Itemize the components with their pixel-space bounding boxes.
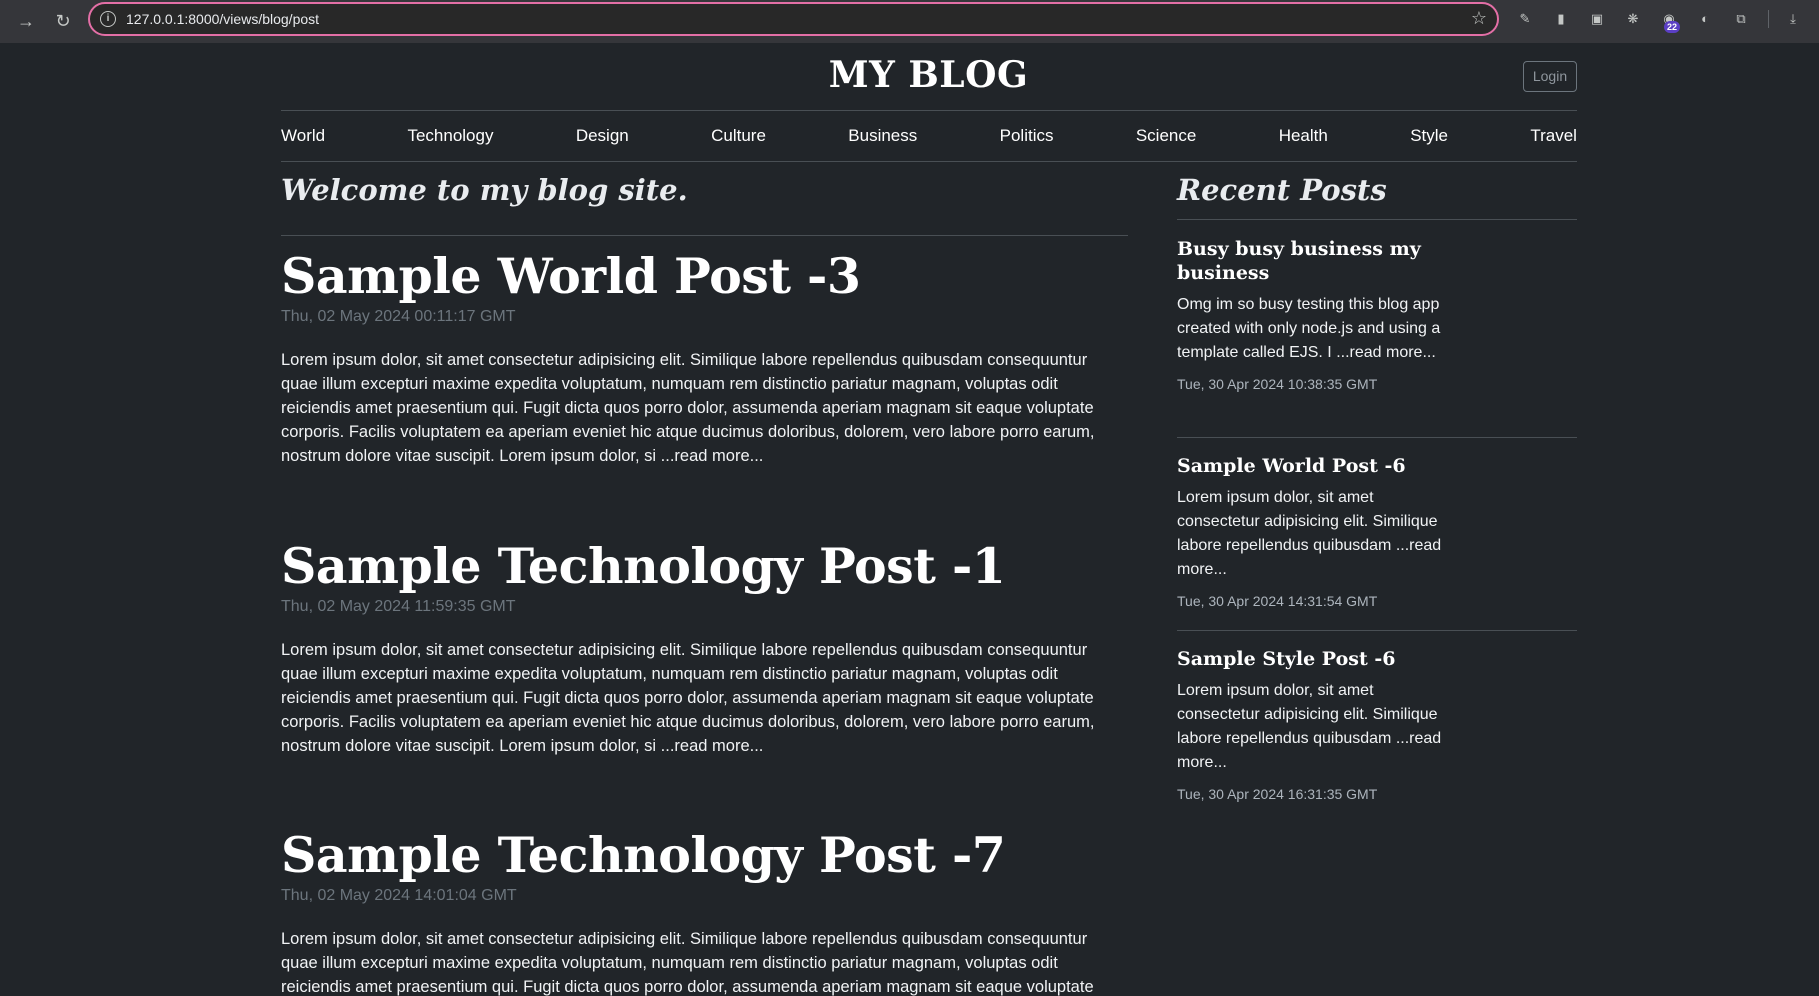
file-extension-icon[interactable]: ▮ bbox=[1551, 9, 1571, 29]
recent-post-divider bbox=[1177, 630, 1577, 631]
welcome-divider bbox=[281, 235, 1128, 236]
nav-item-style[interactable]: Style bbox=[1410, 123, 1448, 149]
post-excerpt[interactable]: Lorem ipsum dolor, sit amet consectetur … bbox=[281, 638, 1128, 758]
nav-item-travel[interactable]: Travel bbox=[1530, 123, 1577, 149]
extension-badge: 22 bbox=[1664, 21, 1681, 33]
recent-post-date: Tue, 30 Apr 2024 14:31:54 GMT bbox=[1177, 593, 1378, 609]
react-extension-icon[interactable]: ❋ bbox=[1623, 9, 1643, 29]
post-title[interactable]: Sample Technology Post -1 bbox=[281, 536, 1128, 596]
recent-post-excerpt[interactable]: Omg im so busy testing this blog app cre… bbox=[1177, 293, 1447, 365]
toolbar-separator bbox=[1768, 10, 1769, 28]
recent-post-title[interactable]: Busy busy business my business bbox=[1177, 237, 1447, 285]
nav-item-technology[interactable]: Technology bbox=[407, 123, 493, 149]
address-url[interactable]: 127.0.0.1:8000/views/blog/post bbox=[126, 11, 319, 27]
post-date: Thu, 02 May 2024 11:59:35 GMT bbox=[281, 598, 516, 615]
calendar-extension-icon[interactable]: ▣ bbox=[1587, 9, 1607, 29]
eyedropper-extension-icon[interactable]: ✎ bbox=[1515, 9, 1535, 29]
header-divider bbox=[281, 110, 1577, 111]
recent-post-item: Sample Style Post -6 Lorem ipsum dolor, … bbox=[1177, 647, 1447, 804]
post-card: Sample Technology Post -7 Thu, 02 May 20… bbox=[281, 825, 1128, 996]
site-info-icon[interactable]: i bbox=[100, 11, 116, 27]
extensions-puzzle-icon[interactable]: ⧉ bbox=[1731, 9, 1751, 29]
address-bar[interactable]: i 127.0.0.1:8000/views/blog/post ☆ bbox=[88, 2, 1499, 36]
blog-title[interactable]: MY BLOG bbox=[280, 54, 1577, 96]
nav-item-business[interactable]: Business bbox=[848, 123, 917, 149]
recent-post-date: Tue, 30 Apr 2024 16:31:35 GMT bbox=[1177, 786, 1378, 802]
post-excerpt[interactable]: Lorem ipsum dolor, sit amet consectetur … bbox=[281, 927, 1128, 996]
post-title[interactable]: Sample Technology Post -7 bbox=[281, 825, 1128, 885]
forward-arrow-icon[interactable]: → bbox=[12, 7, 40, 35]
recent-post-item: Sample World Post -6 Lorem ipsum dolor, … bbox=[1177, 454, 1447, 611]
post-card: Sample Technology Post -1 Thu, 02 May 20… bbox=[281, 536, 1128, 758]
nav-item-world[interactable]: World bbox=[281, 123, 325, 149]
recent-post-title[interactable]: Sample World Post -6 bbox=[1177, 454, 1447, 478]
login-button[interactable]: Login bbox=[1523, 61, 1577, 92]
theme-extension-icon[interactable]: ◐ bbox=[1695, 9, 1715, 29]
post-excerpt[interactable]: Lorem ipsum dolor, sit amet consectetur … bbox=[281, 348, 1128, 468]
nav-divider bbox=[281, 161, 1577, 162]
recent-post-excerpt[interactable]: Lorem ipsum dolor, sit amet consectetur … bbox=[1177, 679, 1447, 775]
recent-post-title[interactable]: Sample Style Post -6 bbox=[1177, 647, 1447, 671]
recent-posts-heading: Recent Posts bbox=[1177, 173, 1387, 207]
post-card: Sample World Post -3 Thu, 02 May 2024 00… bbox=[281, 246, 1128, 468]
recent-post-divider bbox=[1177, 437, 1577, 438]
nav-item-science[interactable]: Science bbox=[1136, 123, 1196, 149]
browser-toolbar: → ↻ i 127.0.0.1:8000/views/blog/post ☆ ✎… bbox=[0, 0, 1819, 43]
post-date: Thu, 02 May 2024 00:11:17 GMT bbox=[281, 308, 516, 325]
download-icon[interactable]: ⤓ bbox=[1783, 9, 1803, 29]
nav-item-health[interactable]: Health bbox=[1279, 123, 1328, 149]
recent-post-excerpt[interactable]: Lorem ipsum dolor, sit amet consectetur … bbox=[1177, 486, 1447, 582]
nav-item-culture[interactable]: Culture bbox=[711, 123, 766, 149]
nav-item-design[interactable]: Design bbox=[576, 123, 629, 149]
reload-icon[interactable]: ↻ bbox=[49, 7, 77, 35]
recent-post-date: Tue, 30 Apr 2024 10:38:35 GMT bbox=[1177, 376, 1378, 392]
welcome-heading: Welcome to my blog site. bbox=[281, 173, 688, 207]
bookmark-star-icon[interactable]: ☆ bbox=[1471, 8, 1487, 29]
post-title[interactable]: Sample World Post -3 bbox=[281, 246, 1128, 306]
recent-post-item: Busy busy business my business Omg im so… bbox=[1177, 237, 1447, 394]
category-nav: World Technology Design Culture Business… bbox=[281, 123, 1577, 149]
nav-item-politics[interactable]: Politics bbox=[1000, 123, 1054, 149]
recent-posts-divider bbox=[1177, 219, 1577, 220]
post-date: Thu, 02 May 2024 14:01:04 GMT bbox=[281, 887, 517, 904]
